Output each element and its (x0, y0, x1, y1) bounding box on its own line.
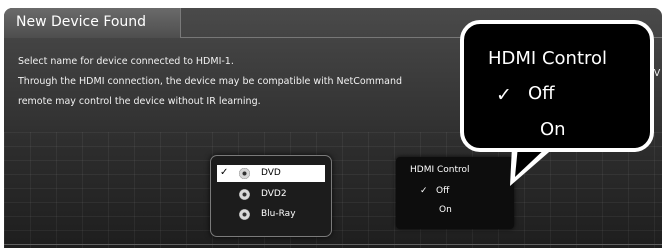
disc-icon (239, 209, 250, 220)
bottom-divider (4, 244, 662, 245)
dialog-title-tab: New Device Found (4, 8, 181, 38)
list-item-blu-ray[interactable]: Blu-Ray (217, 206, 325, 223)
list-item-label: DVD2 (261, 189, 287, 199)
list-item-label: DVD (261, 168, 281, 178)
hdmi-control-menu[interactable]: HDMI Control ✓ Off On (396, 157, 514, 229)
device-name-list[interactable]: ✓ DVD DVD2 Blu-Ray (210, 155, 332, 237)
checkmark-icon: ✓ (220, 167, 229, 178)
hdmi-control-callout: HDMI Control ✓ Off On (460, 20, 654, 152)
disc-icon (239, 168, 250, 179)
checkmark-icon: ✓ (496, 84, 512, 106)
message-line-1: Select name for device connected to HDMI… (18, 56, 234, 67)
checkmark-icon: ✓ (420, 186, 428, 196)
disc-icon (239, 189, 250, 200)
list-item-dvd2[interactable]: DVD2 (217, 186, 325, 203)
option-on[interactable]: On (439, 205, 452, 215)
callout-title: HDMI Control (488, 48, 608, 69)
hdmi-control-title: HDMI Control (410, 165, 470, 175)
callout-option-off: Off (528, 83, 555, 104)
message-line-2: Through the HDMI connection, the device … (18, 76, 403, 87)
list-item-dvd[interactable]: ✓ DVD (217, 165, 325, 182)
message-line-3: remote may control the device without IR… (18, 96, 261, 107)
dialog-title: New Device Found (16, 14, 147, 30)
option-off[interactable]: Off (436, 186, 449, 196)
list-item-label: Blu-Ray (261, 209, 296, 219)
callout-pointer (510, 146, 556, 186)
callout-option-on: On (540, 119, 566, 140)
